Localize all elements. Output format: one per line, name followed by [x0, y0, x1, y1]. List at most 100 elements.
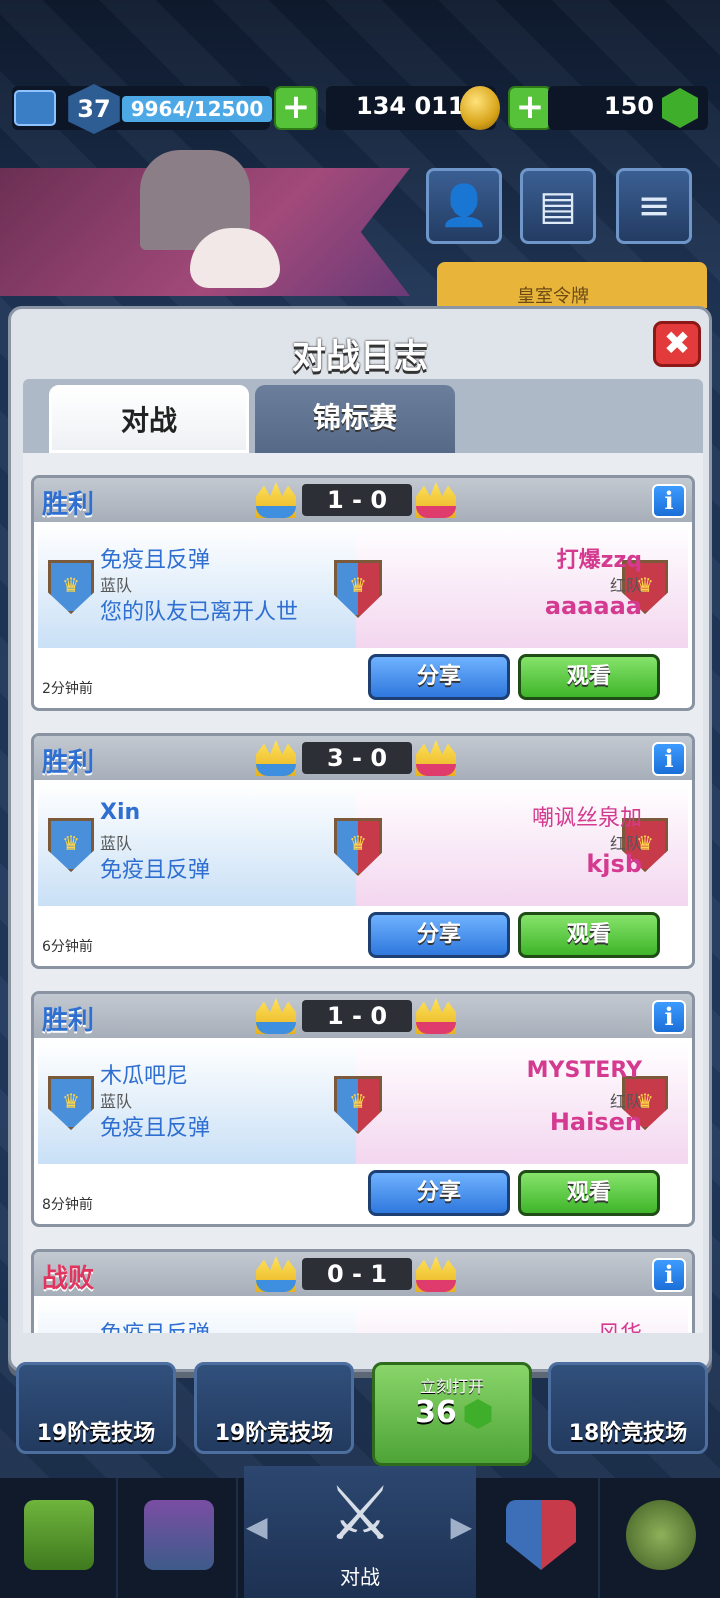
royal-pass-tab[interactable]: 皇室令牌 [437, 262, 707, 308]
menu-button[interactable]: ≡ [616, 168, 692, 244]
nav-events[interactable] [602, 1478, 720, 1598]
blue-crown-base [256, 1280, 296, 1292]
red-teammate-name[interactable]: aaaaaa [545, 592, 642, 620]
share-button[interactable]: 分享 [368, 912, 510, 958]
nav-cards[interactable] [120, 1478, 238, 1598]
red-player-name[interactable]: 打爆zzq [557, 542, 642, 574]
players-row: ♛ ♛ ♛ Xin 蓝队 免疫且反弹 嘲讽丝泉加 红队 kjsb [38, 784, 688, 906]
blue-team-label: 蓝队 [100, 576, 133, 595]
info-button[interactable]: i [652, 1258, 686, 1292]
blue-player-name[interactable]: 木瓜吧尼 [100, 1058, 188, 1090]
battle-card: 战败 0 - 1 i 免疫且反弹 风华 [31, 1249, 695, 1333]
shop-chest-icon [24, 1500, 94, 1570]
tab-battles[interactable]: 对战 [49, 385, 249, 453]
news-button[interactable]: ▤ [520, 168, 596, 244]
buy-gold-button[interactable]: + [274, 86, 318, 130]
crossed-swords-icon: ⚔ [326, 1471, 394, 1557]
red-teammate-name[interactable]: Haisen [550, 1108, 642, 1136]
red-player-name[interactable]: 嘲讽丝泉加 [532, 800, 642, 832]
battle-result: 战败 [42, 1264, 95, 1294]
blue-teammate-name[interactable]: 您的队友已离开人世 [100, 594, 298, 626]
friends-button[interactable]: 👤 [426, 168, 502, 244]
xp-text: 9964/12500 [130, 97, 264, 121]
blue-crown-base [256, 506, 296, 518]
arrow-right-icon[interactable]: ▶ [450, 1510, 472, 1543]
card-header: 战败 0 - 1 i [34, 1252, 692, 1296]
chest-slot[interactable]: 19阶竞技场 [194, 1362, 354, 1454]
share-button[interactable]: 分享 [368, 1170, 510, 1216]
hamburger-icon: ≡ [637, 183, 671, 229]
gem-icon [464, 1399, 492, 1429]
laurel-sword-icon [626, 1500, 696, 1570]
gem-icon [662, 88, 698, 128]
blue-crown-base [256, 1022, 296, 1034]
gems-panel: 150 [548, 86, 708, 130]
score-display: 1 - 0 [256, 482, 456, 518]
tab-tournaments[interactable]: 锦标赛 [255, 385, 455, 453]
battle-result: 胜利 [42, 748, 95, 778]
chest-slot-open-now[interactable]: 立刻打开 36 [372, 1362, 532, 1466]
red-teammate-name[interactable]: kjsb [586, 850, 642, 878]
watch-button[interactable]: 观看 [518, 654, 660, 700]
battle-card: 胜利 3 - 0 i ♛ ♛ ♛ Xin 蓝队 免疫且反弹 嘲讽丝泉加 红队 k… [31, 733, 695, 969]
blue-teammate-name[interactable]: 免疫且反弹 [100, 852, 210, 884]
open-now-cost: 36 [415, 1395, 457, 1430]
blue-crown-base [256, 764, 296, 776]
royal-pass-label: 皇室令牌 [517, 286, 589, 307]
cards-icon [144, 1500, 214, 1570]
red-crown-base [416, 764, 456, 776]
experience-panel[interactable]: 9964/12500 37 [12, 84, 272, 134]
share-button[interactable]: 分享 [368, 654, 510, 700]
players-row: 免疫且反弹 风华 [38, 1300, 688, 1333]
battle-list[interactable]: 胜利 1 - 0 i ♛ ♛ ♛ 免疫且反弹 蓝队 您的队友已离开人世 打爆zz… [23, 453, 703, 1333]
blue-team-label: 蓝队 [100, 1092, 133, 1111]
battle-time: 6分钟前 [42, 939, 93, 955]
tab-bar: 对战 锦标赛 [23, 379, 703, 453]
clan-shield-icon [506, 1500, 576, 1570]
info-button[interactable]: i [652, 1000, 686, 1034]
profile-icon[interactable] [14, 90, 56, 126]
chest-slot[interactable]: 19阶竞技场 [16, 1362, 176, 1454]
blue-player-name[interactable]: 免疫且反弹 [100, 1316, 210, 1333]
chest-arena-label: 19阶竞技场 [36, 1421, 156, 1446]
nav-clan[interactable] [482, 1478, 600, 1598]
nav-battle-label: 对战 [340, 1565, 380, 1589]
battle-card: 胜利 1 - 0 i ♛ ♛ ♛ 木瓜吧尼 蓝队 免疫且反弹 MYSTERY 红… [31, 991, 695, 1227]
red-player-name[interactable]: MYSTERY [527, 1058, 642, 1083]
modal-title: 对战日志 [292, 337, 428, 377]
nav-shop[interactable] [0, 1478, 118, 1598]
friends-icon: 👤 [439, 183, 489, 229]
gold-amount: 134 011 [356, 92, 465, 120]
card-header: 胜利 3 - 0 i [34, 736, 692, 780]
score-text: 1 - 0 [302, 484, 412, 516]
battle-time: 8分钟前 [42, 1197, 93, 1213]
score-display: 0 - 1 [256, 1256, 456, 1292]
info-button[interactable]: i [652, 484, 686, 518]
blue-player-name[interactable]: 免疫且反弹 [100, 542, 210, 574]
score-text: 1 - 0 [302, 1000, 412, 1032]
chest-arena-label: 18阶竞技场 [568, 1421, 688, 1446]
blue-teammate-name[interactable]: 免疫且反弹 [100, 1110, 210, 1142]
watch-button[interactable]: 观看 [518, 912, 660, 958]
blue-team-label: 蓝队 [100, 834, 133, 853]
chest-slot[interactable]: 18阶竞技场 [548, 1362, 708, 1454]
battle-result: 胜利 [42, 490, 95, 520]
level-badge: 37 [68, 84, 120, 134]
watch-button[interactable]: 观看 [518, 1170, 660, 1216]
battle-result: 胜利 [42, 1006, 95, 1036]
open-now-label: 立刻打开 [419, 1377, 484, 1396]
score-text: 3 - 0 [302, 742, 412, 774]
battle-time: 2分钟前 [42, 681, 93, 697]
buy-gems-button[interactable]: + [508, 86, 552, 130]
arrow-left-icon[interactable]: ◀ [246, 1510, 268, 1543]
red-player-name[interactable]: 风华 [598, 1316, 642, 1333]
blue-player-name[interactable]: Xin [100, 800, 140, 825]
score-text: 0 - 1 [302, 1258, 412, 1290]
nav-battle[interactable]: ◀ ⚔ ▶ 对战 [244, 1466, 476, 1598]
info-button[interactable]: i [652, 742, 686, 776]
close-button[interactable]: ✖ [653, 321, 701, 367]
card-header: 胜利 1 - 0 i [34, 994, 692, 1038]
news-icon: ▤ [539, 183, 577, 229]
players-row: ♛ ♛ ♛ 木瓜吧尼 蓝队 免疫且反弹 MYSTERY 红队 Haisen [38, 1042, 688, 1164]
gold-coin-icon [460, 86, 500, 130]
